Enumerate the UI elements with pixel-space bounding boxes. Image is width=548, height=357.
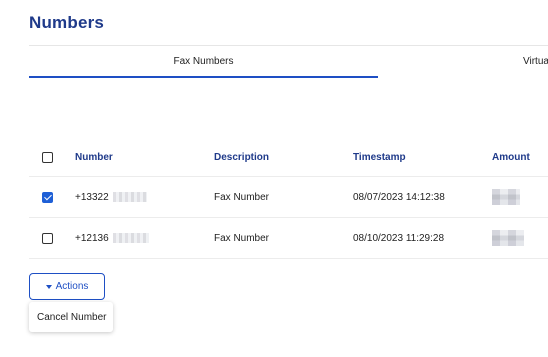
column-header-amount[interactable]: Amount xyxy=(492,138,530,176)
table-row[interactable]: +12136 Fax Number 08/10/2023 11:29:28 xyxy=(29,218,548,259)
row-checkbox[interactable] xyxy=(42,232,53,244)
amount-cell xyxy=(492,218,524,258)
tab-bar: Fax Numbers Virtua xyxy=(29,45,548,78)
menu-item-cancel-number[interactable]: Cancel Number xyxy=(37,312,106,323)
description-cell: Fax Number xyxy=(214,191,270,203)
number-cell: +13322 xyxy=(75,177,147,217)
number-value: +13322 xyxy=(75,191,109,203)
table-header-row: Number Description Timestamp Amount xyxy=(29,138,548,177)
column-header-number[interactable]: Number xyxy=(75,138,113,176)
numbers-table: Number Description Timestamp Amount +133… xyxy=(29,138,548,259)
timestamp-cell: 08/10/2023 11:29:28 xyxy=(353,232,445,244)
column-header-timestamp[interactable]: Timestamp xyxy=(353,138,406,176)
actions-menu: Cancel Number xyxy=(29,302,113,332)
amount-cell xyxy=(492,177,520,217)
redacted-amount xyxy=(492,189,520,205)
tab-virtual-numbers[interactable]: Virtua xyxy=(523,46,548,77)
row-checkbox-cell xyxy=(42,218,58,258)
select-all-checkbox[interactable] xyxy=(42,151,53,163)
select-all-cell xyxy=(42,138,58,176)
number-value: +12136 xyxy=(75,232,109,244)
caret-down-icon xyxy=(45,284,52,289)
actions-button[interactable]: Actions xyxy=(29,273,105,300)
page-title: Numbers xyxy=(29,13,105,32)
number-cell: +12136 xyxy=(75,218,149,258)
table-row[interactable]: +13322 Fax Number 08/07/2023 14:12:38 xyxy=(29,177,548,218)
actions-button-label: Actions xyxy=(55,281,89,292)
timestamp-cell: 08/07/2023 14:12:38 xyxy=(353,191,445,203)
description-cell: Fax Number xyxy=(214,232,270,244)
row-checkbox-cell xyxy=(42,177,58,217)
redacted-number-suffix xyxy=(112,192,147,202)
tab-fax-numbers[interactable]: Fax Numbers xyxy=(29,46,378,78)
redacted-number-suffix xyxy=(112,233,149,243)
redacted-amount xyxy=(492,230,524,246)
row-checkbox[interactable] xyxy=(42,191,53,203)
column-header-description[interactable]: Description xyxy=(214,138,269,176)
